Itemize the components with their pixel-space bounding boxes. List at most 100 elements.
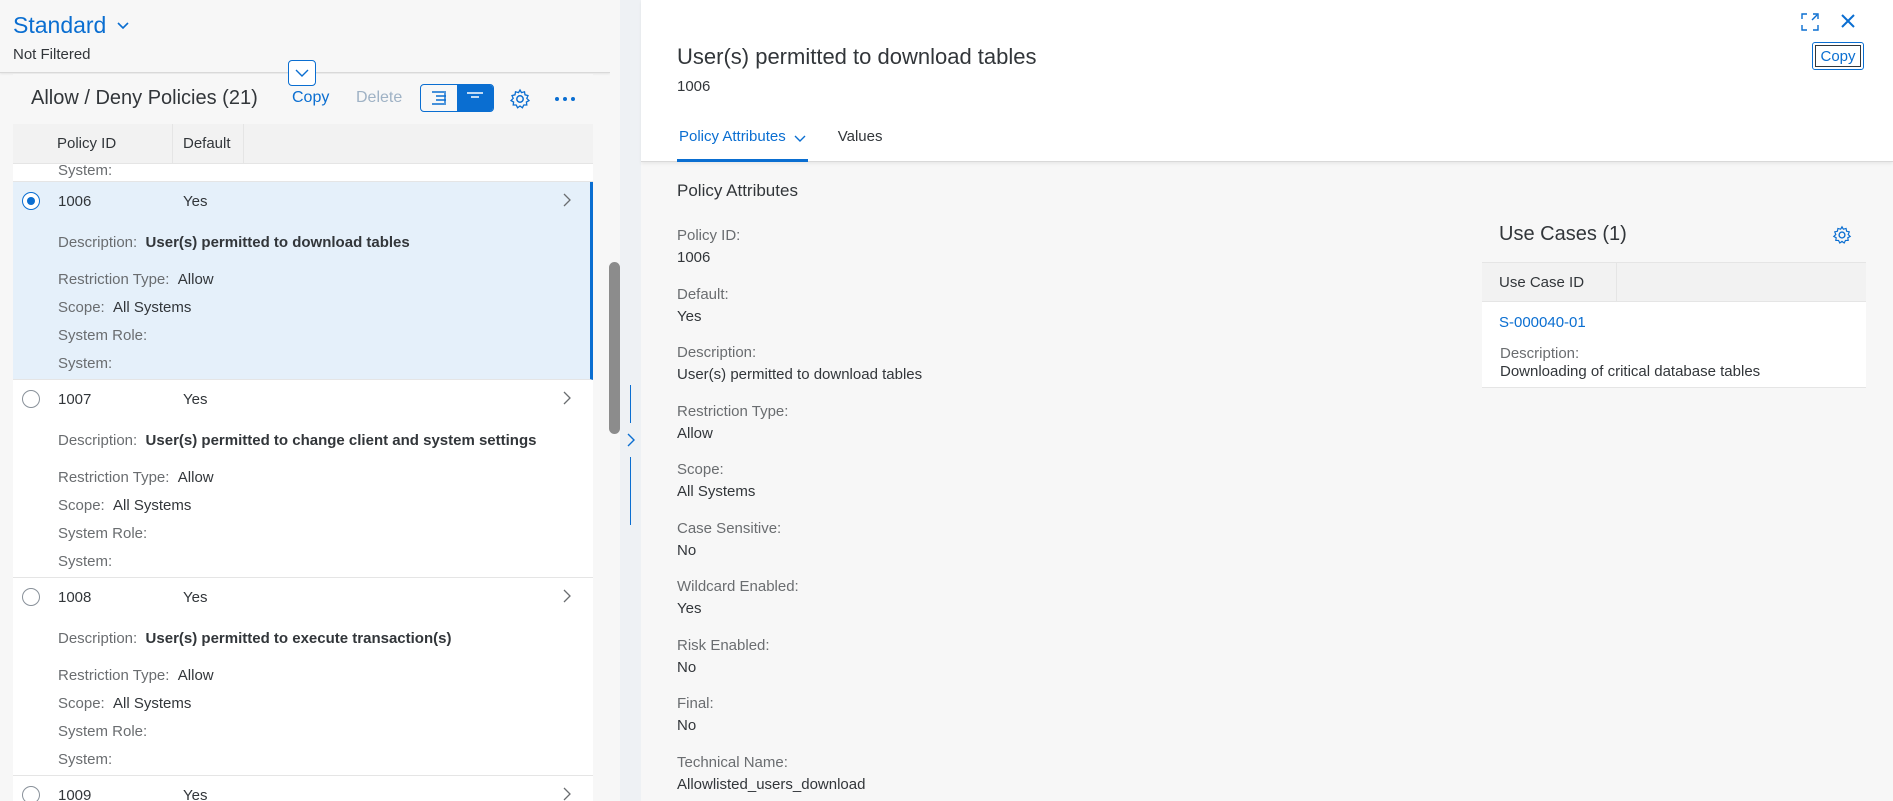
description-label: Description: (58, 630, 138, 647)
more-icon[interactable] (553, 88, 577, 110)
description-line: Description: User(s) permitted to execut… (58, 630, 451, 647)
restriction-value: Allow (177, 271, 214, 288)
attribute-label: Default: (677, 286, 729, 303)
tab-label: Policy Attributes (679, 128, 786, 145)
default-value: Yes (183, 589, 208, 606)
description-label: Description: (58, 234, 138, 251)
splitter-grip-bottom (630, 457, 631, 525)
attribute-label: Technical Name: (677, 754, 788, 771)
attribute-value: 1006 (677, 249, 711, 266)
splitter-grip-top (630, 385, 631, 423)
policy-list-panel: Allow / Deny Policies (21) Copy Delete P… (13, 74, 593, 801)
copy-button[interactable]: Copy (1812, 42, 1864, 70)
column-header-use-case-id[interactable]: Use Case ID (1482, 263, 1617, 302)
attribute-risk-enabled: Risk Enabled: No (677, 637, 770, 676)
table-row[interactable]: 1006 Yes Description: User(s) permitted … (13, 182, 593, 380)
attribute-value: Yes (677, 308, 702, 325)
tab-values[interactable]: Values (838, 128, 883, 162)
attribute-label: Risk Enabled: (677, 637, 770, 654)
description-value: User(s) permitted to execute transaction… (145, 630, 452, 647)
attribute-value: Allowlisted_users_download (677, 776, 866, 793)
full-screen-icon[interactable] (1800, 12, 1820, 32)
tab-policy-attributes[interactable]: Policy Attributes (677, 128, 808, 162)
scope-value: All Systems (113, 695, 192, 712)
attribute-technical-name: Technical Name: Allowlisted_users_downlo… (677, 754, 865, 793)
column-header-policy-id[interactable]: Policy ID (13, 124, 173, 164)
variant-title: Standard (13, 12, 107, 38)
attribute-wildcard-enabled: Wildcard Enabled: Yes (677, 578, 799, 617)
copy-button[interactable]: Copy (292, 89, 329, 107)
table-row[interactable]: 1009 Yes (13, 776, 593, 801)
table-row[interactable]: 1007 Yes Description: User(s) permitted … (13, 380, 593, 578)
attribute-policy-id: Policy ID: 1006 (677, 227, 740, 266)
collapse-header-button[interactable] (288, 60, 316, 86)
description-line: Description: User(s) permitted to downlo… (58, 234, 410, 251)
attribute-label: Description: (677, 344, 757, 361)
tab-bar: Policy Attributes Values (677, 128, 882, 162)
chevron-right-icon[interactable] (561, 193, 573, 207)
settings-icon[interactable] (1832, 225, 1852, 245)
system-label: System: (58, 164, 113, 179)
attribute-value: No (677, 542, 697, 559)
delete-button[interactable]: Delete (356, 89, 402, 107)
attribute-value: No (677, 717, 697, 734)
system-role-label: System Role: (58, 525, 148, 542)
attribute-label: Final: (677, 695, 714, 712)
policy-id: 1009 (58, 787, 92, 801)
list-view-button[interactable] (421, 85, 457, 111)
master-pane: Standard Not Filtered Allow / Deny Polic… (0, 0, 610, 801)
description-value: User(s) permitted to download tables (145, 234, 410, 251)
attribute-label: Restriction Type: (677, 403, 789, 420)
variant-selector[interactable]: Standard (13, 12, 130, 39)
scope-value: All Systems (113, 299, 192, 316)
policy-id: 1007 (58, 391, 92, 408)
object-header: User(s) permitted to download tables 100… (641, 0, 1893, 162)
attribute-label: Wildcard Enabled: (677, 578, 799, 595)
attribute-label: Case Sensitive: (677, 520, 782, 537)
attribute-restriction-type: Restriction Type: Allow (677, 403, 788, 442)
restriction-line: Restriction Type: Allow (58, 667, 214, 684)
use-case-id-link[interactable]: S-000040-01 (1499, 314, 1586, 331)
column-header-default[interactable]: Default (173, 124, 244, 164)
system-role-label: System Role: (58, 723, 148, 740)
use-cases-header: Use Case ID (1482, 262, 1866, 302)
scope-label: Scope: (58, 299, 105, 316)
restriction-label: Restriction Type: (58, 469, 170, 486)
row-radio-button[interactable] (22, 192, 40, 210)
default-value: Yes (183, 193, 208, 210)
detail-view-button[interactable] (457, 85, 493, 111)
pane-splitter[interactable] (620, 0, 641, 801)
row-radio-button[interactable] (22, 390, 40, 408)
chevron-down-icon (794, 135, 806, 142)
list-title: Allow / Deny Policies (21) (31, 87, 258, 109)
system-role-label: System Role: (58, 327, 148, 344)
table-row-partial: System: (13, 164, 593, 182)
row-radio-button[interactable] (22, 786, 40, 801)
chevron-right-icon[interactable] (561, 391, 573, 405)
table-body: System: 1006 Yes Description: User(s) pe… (13, 164, 593, 801)
row-radio-button[interactable] (22, 588, 40, 606)
description-line: Description: User(s) permitted to change… (58, 432, 536, 449)
settings-icon[interactable] (509, 88, 531, 110)
system-label: System: (58, 553, 113, 570)
description-label: Description: (58, 432, 138, 449)
scope-line: Scope: All Systems (58, 299, 191, 316)
restriction-line: Restriction Type: Allow (58, 469, 214, 486)
detail-subtitle: 1006 (677, 78, 711, 95)
view-toggle[interactable] (420, 84, 494, 112)
scrollbar-thumb[interactable] (609, 262, 620, 434)
attribute-description: Description: User(s) permitted to downlo… (677, 344, 922, 383)
attribute-default: Default: Yes (677, 286, 729, 325)
attribute-label: Scope: (677, 461, 724, 478)
scope-value: All Systems (113, 497, 192, 514)
chevron-right-icon[interactable] (561, 589, 573, 603)
chevron-right-icon[interactable] (626, 432, 636, 448)
condensed-list-icon (467, 92, 483, 98)
attribute-label: Policy ID: (677, 227, 741, 244)
table-row[interactable]: S-000040-01 Description: Downloading of … (1482, 302, 1866, 388)
scope-label: Scope: (58, 497, 105, 514)
chevron-right-icon[interactable] (561, 787, 573, 801)
table-row[interactable]: 1008 Yes Description: User(s) permitted … (13, 578, 593, 776)
attribute-value: All Systems (677, 483, 756, 500)
close-icon[interactable] (1839, 12, 1857, 30)
